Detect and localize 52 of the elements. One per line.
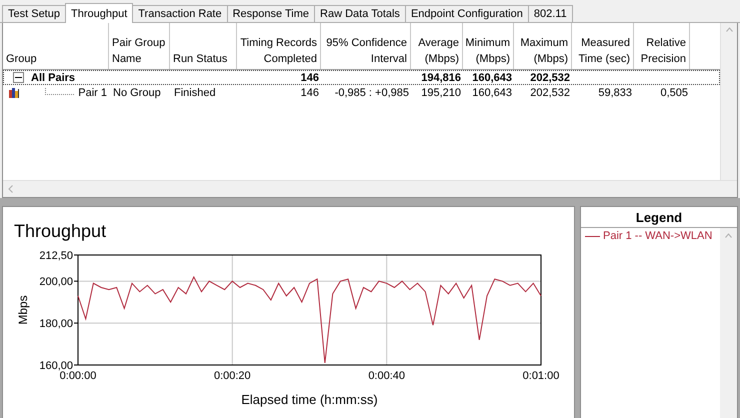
tree-line (44, 88, 74, 97)
table-cell: 202,532 (530, 72, 570, 84)
table-cell: 160,643 (472, 86, 512, 98)
table-row[interactable]: Pair 1 No Group Finished 146 -0,985 : +0,985 195,210 160,643 202,532 59,833 0,505 (3, 85, 720, 100)
column-header[interactable]: Pair Group Name (109, 23, 170, 69)
tab[interactable]: Test Setup (2, 5, 66, 22)
column-header[interactable]: 95% Confidence Interval (321, 23, 411, 69)
x-tick-label: 0:00:40 (368, 370, 406, 382)
table-cell: 146 (300, 72, 319, 84)
scroll-up-icon[interactable] (726, 27, 732, 32)
column-header[interactable]: Relative Precision (634, 23, 690, 69)
tab[interactable]: Endpoint Configuration (404, 5, 529, 22)
table-cell: Pair 1 (78, 86, 107, 98)
y-tick-label: 212,50 (39, 250, 73, 262)
column-header[interactable]: Maximum (Mbps) (514, 23, 572, 69)
y-tick-label: 200,00 (39, 276, 73, 288)
x-tick-label: 0:00:20 (214, 370, 251, 382)
table-cell: 59,833 (598, 86, 632, 98)
table-cell: 194,816 (421, 72, 461, 84)
table-cell: 202,532 (530, 86, 570, 98)
scroll-up-icon[interactable] (725, 233, 732, 238)
table-cell: 160,643 (472, 72, 512, 84)
column-header[interactable]: Group (3, 23, 109, 69)
table-cell: 195,210 (421, 86, 461, 98)
table-cell: No Group (113, 86, 161, 98)
column-header[interactable]: Minimum (Mbps) (463, 23, 514, 69)
table-cell: Finished (174, 86, 216, 98)
scroll-left-icon[interactable] (8, 185, 13, 193)
splitter-bar[interactable] (0, 198, 740, 206)
table-cell: 0,505 (660, 86, 688, 98)
x-tick-label: 0:01:00 (522, 370, 560, 382)
y-tick-label: 180,00 (39, 318, 73, 330)
tab[interactable]: Response Time (226, 5, 316, 22)
y-axis-label: Mbps (16, 295, 30, 325)
collapse-icon[interactable] (13, 72, 24, 83)
table-row[interactable]: All Pairs 146 194,816 160,643 202,532 (3, 70, 720, 85)
legend-title: Legend (581, 207, 737, 228)
x-tick-label: 0:00:00 (60, 370, 96, 382)
column-header[interactable]: Run Status (170, 23, 237, 69)
column-header[interactable]: Average (Mbps) (411, 23, 463, 69)
bar-chart-icon (9, 87, 19, 98)
column-header[interactable]: Timing Records Completed (237, 23, 321, 69)
y-tick-label: 160,00 (39, 360, 73, 372)
chart-title: Throughput (14, 221, 106, 241)
tab[interactable]: 802.11 (528, 5, 573, 22)
table-cell: All Pairs (31, 72, 76, 84)
table-cell: 146 (300, 86, 319, 98)
table-cell: -0,985 : +0,985 (334, 86, 409, 98)
x-axis-label: Elapsed time (h:mm:ss) (241, 392, 378, 407)
column-header[interactable]: Measured Time (sec) (572, 23, 634, 69)
tab[interactable]: Throughput (64, 3, 134, 23)
legend-label: Pair 1 -- WAN->WLAN (603, 230, 712, 242)
